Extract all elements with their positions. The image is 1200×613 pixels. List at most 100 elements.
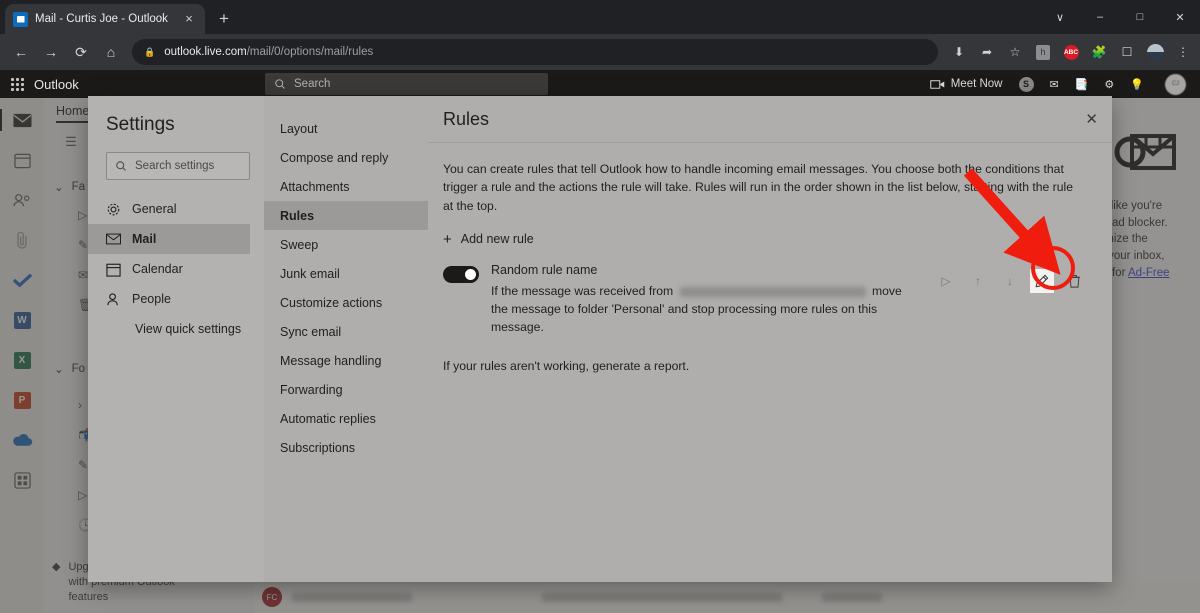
close-tab-icon[interactable]: × bbox=[181, 11, 197, 27]
reload-icon[interactable]: ⟳ bbox=[66, 38, 96, 66]
settings-nav-calendar[interactable]: Calendar bbox=[88, 254, 250, 284]
new-tab-button[interactable]: + bbox=[212, 8, 236, 32]
skype-icon[interactable]: S bbox=[1012, 70, 1041, 98]
home-icon[interactable]: ⌂ bbox=[96, 38, 126, 66]
rules-body: You can create rules that tell Outlook h… bbox=[428, 143, 1112, 373]
subnav-sweep[interactable]: Sweep bbox=[264, 230, 428, 259]
subnav-forwarding[interactable]: Forwarding bbox=[264, 375, 428, 404]
rule-content: Random rule name If the message was rece… bbox=[491, 263, 922, 337]
browser-toolbar: ← → ⟳ ⌂ 🔒 outlook.live.com/mail/0/option… bbox=[0, 34, 1200, 70]
subnav-sync-email[interactable]: Sync email bbox=[264, 317, 428, 346]
subnav-subscriptions[interactable]: Subscriptions bbox=[264, 433, 428, 462]
settings-nav-mail[interactable]: Mail bbox=[88, 224, 250, 254]
settings-search-placeholder: Search settings bbox=[135, 160, 215, 172]
avatar-image: CJ bbox=[1165, 73, 1186, 95]
page-title: Rules bbox=[443, 108, 490, 129]
settings-nav-calendar-label: Calendar bbox=[132, 262, 183, 276]
gear-icon bbox=[107, 203, 120, 215]
address-bar[interactable]: 🔒 outlook.live.com/mail/0/options/mail/r… bbox=[132, 39, 938, 65]
settings-dialog: Settings Search settings General Mail Ca… bbox=[88, 96, 1112, 582]
rule-description: If the message was received from move th… bbox=[491, 282, 922, 337]
add-new-rule-button[interactable]: + Add new rule bbox=[443, 232, 1086, 247]
outlook-app-icon[interactable]: ✉ bbox=[1043, 70, 1066, 98]
outlook-favicon-icon bbox=[13, 11, 28, 27]
settings-nav-general[interactable]: General bbox=[88, 194, 250, 224]
rule-name: Random rule name bbox=[491, 262, 598, 277]
settings-nav-column: Settings Search settings General Mail Ca… bbox=[88, 96, 264, 582]
calendar-icon bbox=[106, 263, 121, 277]
outlook-brand[interactable]: Outlook bbox=[34, 77, 79, 92]
settings-nav-general-label: General bbox=[132, 202, 177, 216]
maximize-button[interactable]: □ bbox=[1120, 0, 1160, 34]
subnav-compose-and-reply[interactable]: Compose and reply bbox=[264, 143, 428, 172]
adblock-badge: ABC bbox=[1063, 44, 1079, 60]
rule-enabled-toggle[interactable] bbox=[443, 265, 479, 283]
tab-title: Mail - Curtis Joe - Outlook bbox=[35, 13, 168, 25]
header-actions: Meet Now S ✉ 📑 ⚙ 💡 CJ bbox=[923, 70, 1200, 98]
run-rule-now-icon[interactable]: ▷ bbox=[934, 269, 958, 293]
tab-search-icon[interactable]: ∨ bbox=[1040, 0, 1080, 34]
extensions-puzzle-icon[interactable]: 🧩 bbox=[1086, 39, 1112, 65]
grammar-extension-icon[interactable]: h bbox=[1030, 39, 1056, 65]
browser-tab-strip: Mail - Curtis Joe - Outlook × + ∨ – □ ✕ bbox=[0, 0, 1200, 34]
rules-report-text: If your rules aren't working, generate a… bbox=[443, 358, 690, 373]
subnav-junk-email[interactable]: Junk email bbox=[264, 259, 428, 288]
todo-icon[interactable]: 📑 bbox=[1068, 70, 1096, 98]
forward-icon[interactable]: → bbox=[36, 38, 66, 66]
browser-menu-icon[interactable]: ⋮ bbox=[1170, 39, 1196, 65]
settings-nav-list: General Mail Calendar People View quick … bbox=[88, 194, 250, 344]
settings-search-input[interactable]: Search settings bbox=[106, 152, 250, 180]
search-icon bbox=[275, 79, 285, 89]
share-icon[interactable]: ➦ bbox=[974, 39, 1000, 65]
redacted-email-address bbox=[679, 286, 866, 297]
search-placeholder: Search bbox=[294, 78, 331, 90]
subnav-customize-actions[interactable]: Customize actions bbox=[264, 288, 428, 317]
settings-title: Settings bbox=[106, 114, 175, 135]
subnav-automatic-replies[interactable]: Automatic replies bbox=[264, 404, 428, 433]
person-icon bbox=[107, 292, 118, 305]
search-input[interactable]: Search bbox=[265, 73, 548, 95]
profile-avatar-icon[interactable] bbox=[1142, 39, 1168, 65]
grammar-badge: h bbox=[1036, 44, 1050, 60]
subnav-layout[interactable]: Layout bbox=[264, 114, 428, 143]
close-window-button[interactable]: ✕ bbox=[1160, 0, 1200, 34]
account-avatar[interactable]: CJ bbox=[1153, 70, 1193, 98]
meet-now-label: Meet Now bbox=[950, 78, 1003, 90]
rules-description: You can create rules that tell Outlook h… bbox=[443, 162, 1074, 213]
url-domain: outlook.live.com bbox=[164, 46, 247, 58]
subnav-rules[interactable]: Rules bbox=[264, 201, 428, 230]
window-controls: ∨ – □ ✕ bbox=[1040, 0, 1200, 34]
settings-view-quick-settings[interactable]: View quick settings bbox=[88, 314, 250, 344]
search-icon bbox=[116, 161, 126, 171]
bookmark-star-icon[interactable]: ☆ bbox=[1002, 39, 1028, 65]
settings-nav-people-label: People bbox=[132, 292, 171, 306]
close-icon[interactable]: ✕ bbox=[1085, 110, 1098, 128]
rules-pane: Rules ✕ You can create rules that tell O… bbox=[428, 96, 1112, 582]
download-icon[interactable]: ⬇ bbox=[946, 39, 972, 65]
help-lightbulb-icon[interactable]: 💡 bbox=[1123, 70, 1151, 98]
move-rule-down-icon[interactable]: ↓ bbox=[998, 269, 1022, 293]
settings-nav-people[interactable]: People bbox=[88, 284, 250, 314]
outlook-header: Outlook Search Meet Now S ✉ 📑 ⚙ 💡 CJ bbox=[0, 70, 1200, 98]
rule-desc-before: If the message was received from bbox=[491, 283, 674, 298]
side-panel-icon[interactable]: ☐ bbox=[1114, 39, 1140, 65]
meet-now-button[interactable]: Meet Now bbox=[923, 70, 1010, 98]
browser-window: Mail - Curtis Joe - Outlook × + ∨ – □ ✕ … bbox=[0, 0, 1200, 613]
move-rule-up-icon[interactable]: ↑ bbox=[966, 269, 990, 293]
browser-tab[interactable]: Mail - Curtis Joe - Outlook × bbox=[5, 4, 205, 34]
adblock-extension-icon[interactable]: ABC bbox=[1058, 39, 1084, 65]
meet-now-icon bbox=[929, 79, 944, 89]
subnav-attachments[interactable]: Attachments bbox=[264, 172, 428, 201]
url-path: /mail/0/options/mail/rules bbox=[246, 46, 374, 58]
back-icon[interactable]: ← bbox=[6, 38, 36, 66]
envelope-icon bbox=[106, 233, 121, 245]
annotation-circle bbox=[1031, 246, 1075, 290]
minimize-button[interactable]: – bbox=[1080, 0, 1120, 34]
avatar bbox=[1146, 43, 1164, 61]
subnav-message-handling[interactable]: Message handling bbox=[264, 346, 428, 375]
plus-icon: + bbox=[443, 230, 452, 248]
toolbar-icons: ⬇ ➦ ☆ h ABC 🧩 ☐ ⋮ bbox=[946, 39, 1200, 65]
settings-nav-mail-label: Mail bbox=[132, 232, 157, 246]
settings-gear-icon[interactable]: ⚙ bbox=[1097, 70, 1121, 98]
app-launcher-icon[interactable] bbox=[11, 77, 24, 91]
